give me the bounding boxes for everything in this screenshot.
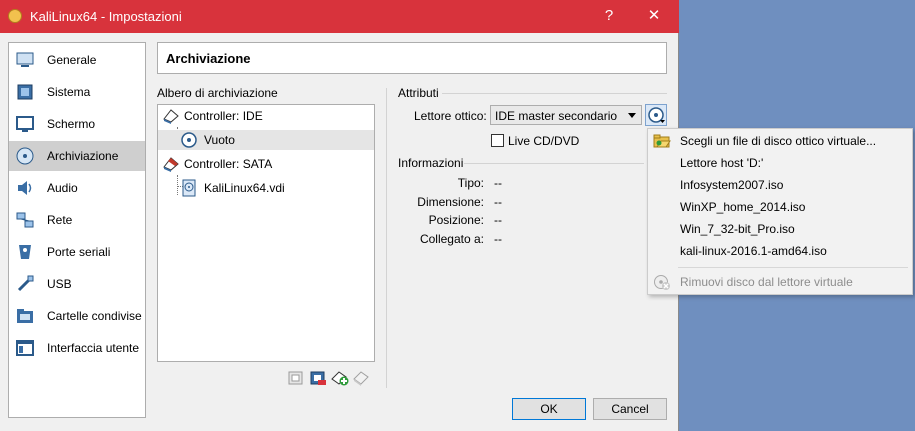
menu-item-label: kali-linux-2016.1-amd64.iso [680,244,827,258]
remove-attachment-icon[interactable] [353,369,371,387]
storage-tree[interactable]: Controller: IDE Vuoto Controller: SATA K… [157,104,375,362]
window-title: KaliLinux64 - Impostazioni [30,9,182,24]
section-rule [442,93,667,94]
optical-disc-menu-icon [648,107,665,123]
choose-disc-button[interactable] [645,104,667,126]
usb-icon [14,274,36,294]
tree-controller-ide[interactable]: Controller: IDE [158,106,374,126]
menu-item-label: Infosystem2007.iso [680,178,784,192]
general-icon [14,50,36,70]
menu-item-label: Lettore host 'D:' [680,156,764,170]
sidebar-item-network[interactable]: Rete [9,205,145,235]
sidebar-item-audio[interactable]: Audio [9,173,145,203]
serial-ports-icon [14,242,36,262]
tree-item-empty-optical[interactable]: Vuoto [158,130,374,150]
menu-item-host-drive[interactable]: Lettore host 'D:' [648,152,912,174]
page-title: Archiviazione [166,51,251,66]
sidebar-item-display[interactable]: Schermo [9,109,145,139]
sidebar-item-user-interface[interactable]: Interfaccia utente [9,333,145,363]
optical-disc-icon [180,131,198,149]
sidebar-item-label: Interfaccia utente [47,341,140,355]
menu-item-label: WinXP_home_2014.iso [680,200,806,214]
virtualbox-app-icon [8,9,22,23]
chevron-down-icon [628,113,636,118]
sidebar-item-label: Schermo [47,117,96,131]
live-cd-checkbox[interactable] [491,134,504,147]
menu-item-label: Scegli un file di disco ottico virtuale.… [680,134,877,148]
menu-item-iso-kali[interactable]: kali-linux-2016.1-amd64.iso [648,240,912,262]
optical-drive-label: Lettore ottico: [414,109,487,123]
hard-disk-icon [180,179,198,197]
info-attached-value: -- [494,232,502,246]
tree-controller-sata[interactable]: Controller: SATA [158,154,374,174]
title-bar[interactable]: KaliLinux64 - Impostazioni ? ✕ [0,0,679,33]
user-interface-icon [14,338,36,358]
sidebar-item-serial-ports[interactable]: Porte seriali [9,237,145,267]
ide-controller-icon [162,107,180,125]
tree-item-kalilinux-vdi[interactable]: KaliLinux64.vdi [158,178,374,198]
sidebar-item-label: USB [47,277,72,291]
sidebar-item-label: Cartelle condivise [47,309,142,323]
section-rule [464,163,644,164]
remove-disc-icon [653,273,671,291]
settings-sidebar: Generale Sistema Schermo Archiviazione A… [8,42,146,418]
sidebar-item-label: Generale [47,53,97,67]
storage-icon [14,146,36,166]
network-icon [14,210,36,230]
sidebar-item-shared-folders[interactable]: Cartelle condivise [9,301,145,331]
sata-controller-icon [162,155,180,173]
info-size-key: Dimensione: [417,195,484,209]
sidebar-item-general[interactable]: Generale [9,45,145,75]
display-icon [14,114,36,134]
optical-drive-value: IDE master secondario [495,109,618,123]
cancel-button[interactable]: Cancel [593,398,667,420]
close-button[interactable]: ✕ [640,5,668,27]
help-button[interactable]: ? [595,5,623,27]
settings-window: KaliLinux64 - Impostazioni ? ✕ Generale … [0,0,679,431]
shared-folders-icon [14,306,36,326]
info-type-key: Tipo: [457,176,484,190]
menu-item-label: Win_7_32-bit_Pro.iso [680,222,795,236]
folder-open-icon [653,132,671,150]
sidebar-item-label: Sistema [47,85,91,99]
menu-item-iso-win7[interactable]: Win_7_32-bit_Pro.iso [648,218,912,240]
sidebar-item-usb[interactable]: USB [9,269,145,299]
storage-tree-label: Albero di archiviazione [157,86,278,100]
sidebar-item-storage[interactable]: Archiviazione [9,141,145,171]
menu-item-iso-winxp[interactable]: WinXP_home_2014.iso [648,196,912,218]
sidebar-item-label: Audio [47,181,78,195]
tree-item-label: KaliLinux64.vdi [204,181,285,195]
add-attachment-icon[interactable] [331,369,349,387]
add-controller-icon[interactable] [287,369,305,387]
menu-item-choose-disc-file[interactable]: Scegli un file di disco ottico virtuale.… [648,130,912,152]
system-icon [14,82,36,102]
tree-item-label: Controller: IDE [184,109,263,123]
ok-button[interactable]: OK [512,398,586,420]
sidebar-item-label: Archiviazione [47,149,119,163]
menu-item-label: Rimuovi disco dal lettore virtuale [680,275,853,289]
sidebar-item-label: Rete [47,213,73,227]
sidebar-item-label: Porte seriali [47,245,111,259]
menu-item-iso-infosystem[interactable]: Infosystem2007.iso [648,174,912,196]
sidebar-item-system[interactable]: Sistema [9,77,145,107]
info-type-value: -- [494,176,502,190]
info-section-label: Informazioni [398,156,464,170]
info-attached-key: Collegato a: [419,232,484,246]
live-cd-label: Live CD/DVD [508,134,580,148]
menu-separator [678,267,908,268]
audio-icon [14,178,36,198]
optical-drive-select[interactable]: IDE master secondario [490,105,642,125]
tree-item-label: Controller: SATA [184,157,273,171]
attributes-section-label: Attributi [398,86,439,100]
info-location-key: Posizione: [428,213,484,227]
info-size-value: -- [494,195,502,209]
menu-item-remove-disc[interactable]: Rimuovi disco dal lettore virtuale [648,271,912,293]
info-location-value: -- [494,213,502,227]
tree-item-label: Vuoto [204,133,235,147]
optical-disc-menu: Scegli un file di disco ottico virtuale.… [647,128,913,295]
page-title-box: Archiviazione [157,42,667,74]
remove-controller-icon[interactable] [309,369,327,387]
